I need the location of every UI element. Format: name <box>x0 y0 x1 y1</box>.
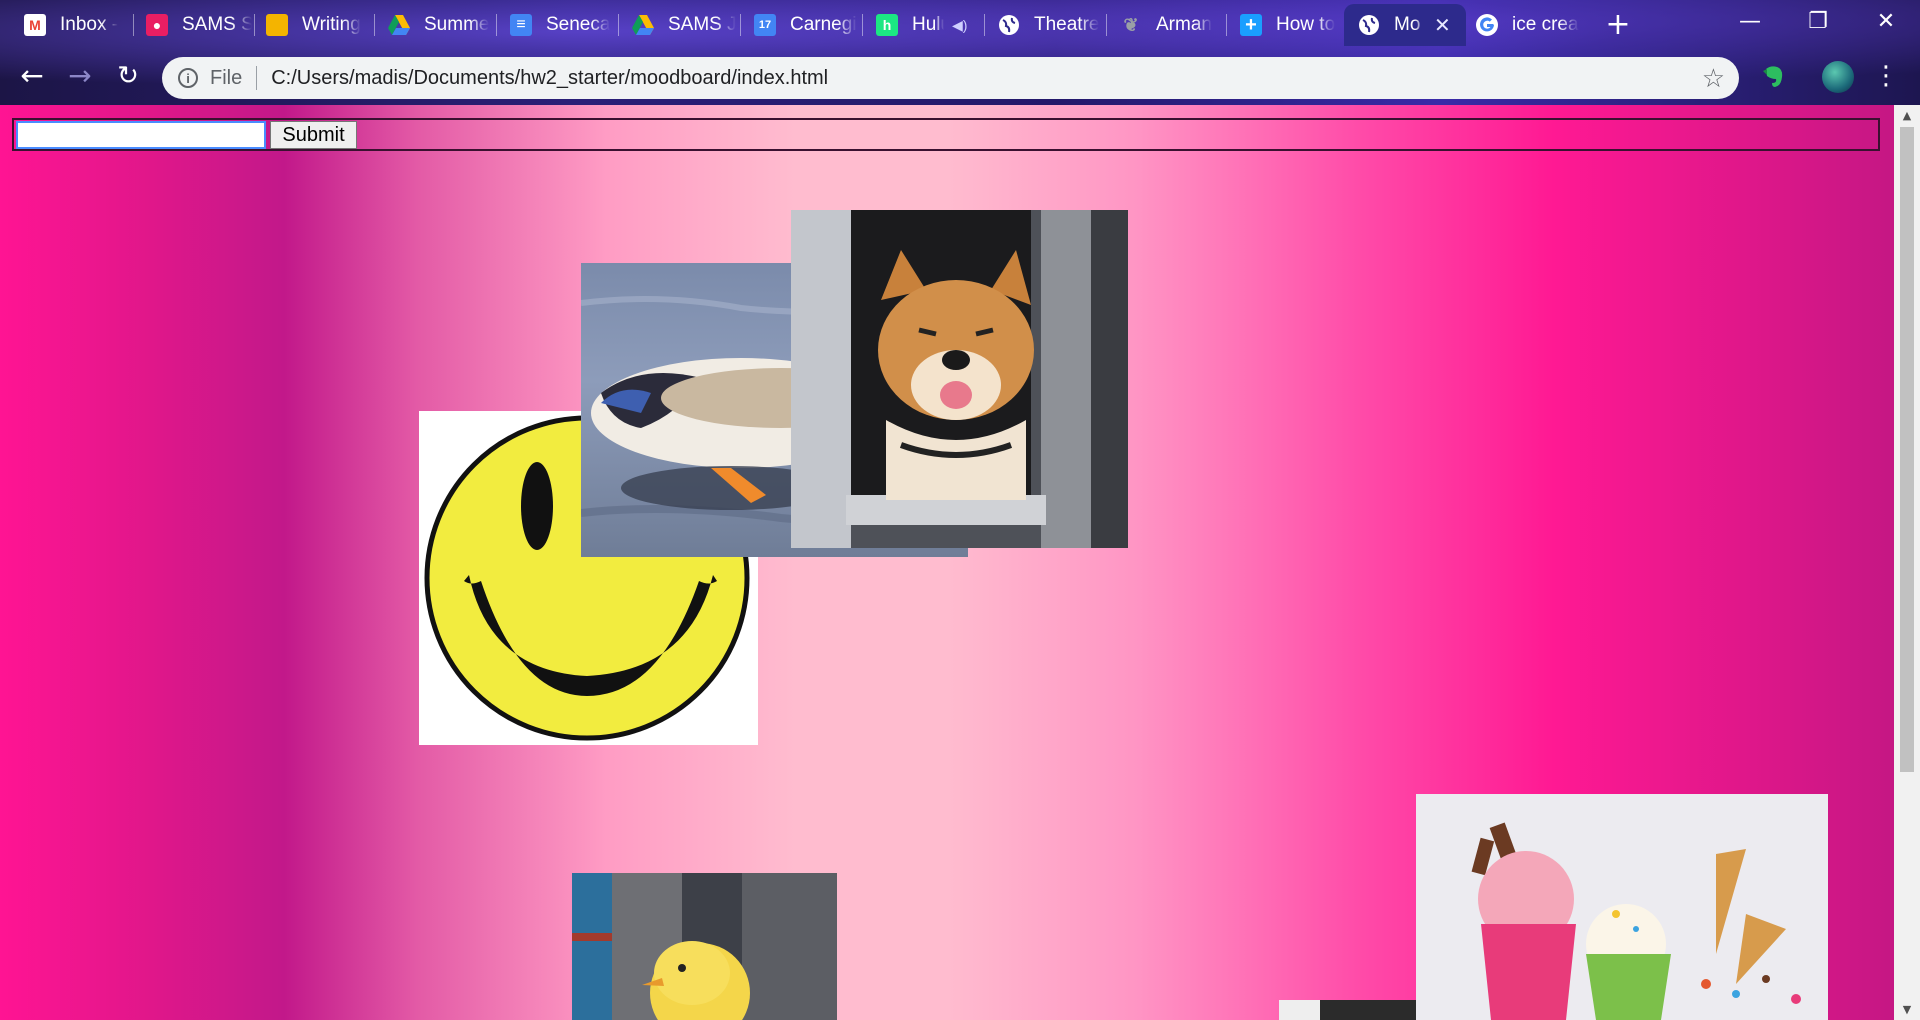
speaker-muted-icon[interactable]: ◀) <box>952 17 967 34</box>
page-viewport: Submit <box>0 105 1894 1020</box>
scroll-down-icon[interactable]: ▼ <box>1894 1003 1920 1016</box>
tab-sams-j[interactable]: SAMS J <box>608 4 736 46</box>
tab-arman[interactable]: ❦ Arman <box>1096 4 1224 46</box>
tab-title: How to <box>1276 14 1336 35</box>
tab-summer[interactable]: Summe <box>364 4 492 46</box>
tab-hulu[interactable]: h Hulu ◀) <box>852 4 982 46</box>
tab-sams-s[interactable]: ● SAMS S <box>122 4 252 46</box>
tab-moodboard-active[interactable]: Mo ✕ <box>1344 4 1466 46</box>
tab-carnegie[interactable]: 17 Carnegi <box>730 4 858 46</box>
address-url[interactable]: C:/Users/madis/Documents/hw2_starter/moo… <box>271 67 828 90</box>
feather-icon: ❦ <box>1123 14 1139 35</box>
address-bar[interactable]: i File C:/Users/madis/Documents/hw2_star… <box>162 57 1739 99</box>
reload-button[interactable]: ↻ <box>106 54 150 98</box>
google-icon <box>1476 14 1498 36</box>
drive-icon <box>388 14 410 36</box>
scroll-up-icon[interactable]: ▲ <box>1894 109 1920 122</box>
evernote-extension-icon[interactable] <box>1757 61 1789 93</box>
tab-title: ice crea <box>1512 14 1579 35</box>
tab-title: Mo <box>1394 14 1421 35</box>
moodboard-form: Submit <box>12 118 1880 151</box>
tab-title: Summe <box>424 14 490 35</box>
tab-title: Writing <box>302 14 361 35</box>
globe-icon <box>1358 14 1380 36</box>
hulu-icon: h <box>876 14 898 36</box>
address-scheme: File <box>210 66 243 89</box>
browser-toolbar: ← → ↻ i File C:/Users/madis/Documents/hw… <box>0 50 1920 105</box>
minimize-button[interactable]: — <box>1716 0 1784 44</box>
tab-title: Carnegi <box>790 14 857 35</box>
tab-how-to[interactable]: + How to <box>1216 4 1346 46</box>
submit-button[interactable]: Submit <box>270 121 357 149</box>
tab-theatre[interactable]: Theatre <box>974 4 1104 46</box>
tab-title: Hulu <box>912 14 944 35</box>
bookmark-star-icon[interactable]: ☆ <box>1702 63 1725 94</box>
partial-image[interactable] <box>1279 1000 1416 1020</box>
tab-seneca[interactable]: ≡ Seneca <box>486 4 614 46</box>
address-divider <box>256 66 258 90</box>
tab-title: Inbox - <box>60 14 119 35</box>
contacts-icon: ● <box>146 14 168 36</box>
plus-icon: + <box>1240 14 1262 36</box>
profile-avatar[interactable] <box>1822 61 1854 93</box>
tab-title: Theatre <box>1034 14 1100 35</box>
browser-chrome: M Inbox - ● SAMS S Writing Summe ≡ Senec… <box>0 0 1920 105</box>
tab-strip: M Inbox - ● SAMS S Writing Summe ≡ Senec… <box>0 0 1920 50</box>
ice-cream-image[interactable] <box>1416 794 1828 1020</box>
duckling-image[interactable] <box>572 873 837 1020</box>
close-icon[interactable]: ✕ <box>1434 13 1451 38</box>
scrollbar-thumb[interactable] <box>1900 127 1914 772</box>
restore-button[interactable]: ❐ <box>1784 0 1852 44</box>
gmail-icon: M <box>24 14 46 36</box>
shiba-dog-image[interactable] <box>791 210 1128 548</box>
tab-title: SAMS J <box>668 14 736 35</box>
image-url-input[interactable] <box>16 121 266 149</box>
forward-button[interactable]: → <box>58 54 102 98</box>
info-icon[interactable]: i <box>178 68 198 88</box>
tab-ice-cream[interactable]: ice crea <box>1466 4 1596 46</box>
window-close-button[interactable]: ✕ <box>1852 0 1920 44</box>
new-tab-button[interactable]: + <box>1598 6 1638 44</box>
menu-kebab-icon[interactable]: ⋮ <box>1864 54 1908 98</box>
tab-title: Seneca <box>546 14 611 35</box>
globe-icon <box>998 14 1020 36</box>
slides-icon <box>266 14 288 36</box>
page-scrollbar[interactable]: ▲ ▼ <box>1894 105 1920 1020</box>
tab-title: Arman <box>1156 14 1212 35</box>
docs-icon: ≡ <box>510 14 532 36</box>
calendar-icon: 17 <box>754 14 776 36</box>
tab-writing[interactable]: Writing <box>242 4 370 46</box>
drive-icon <box>632 14 654 36</box>
back-button[interactable]: ← <box>10 54 54 98</box>
tab-inbox[interactable]: M Inbox - <box>0 4 130 46</box>
